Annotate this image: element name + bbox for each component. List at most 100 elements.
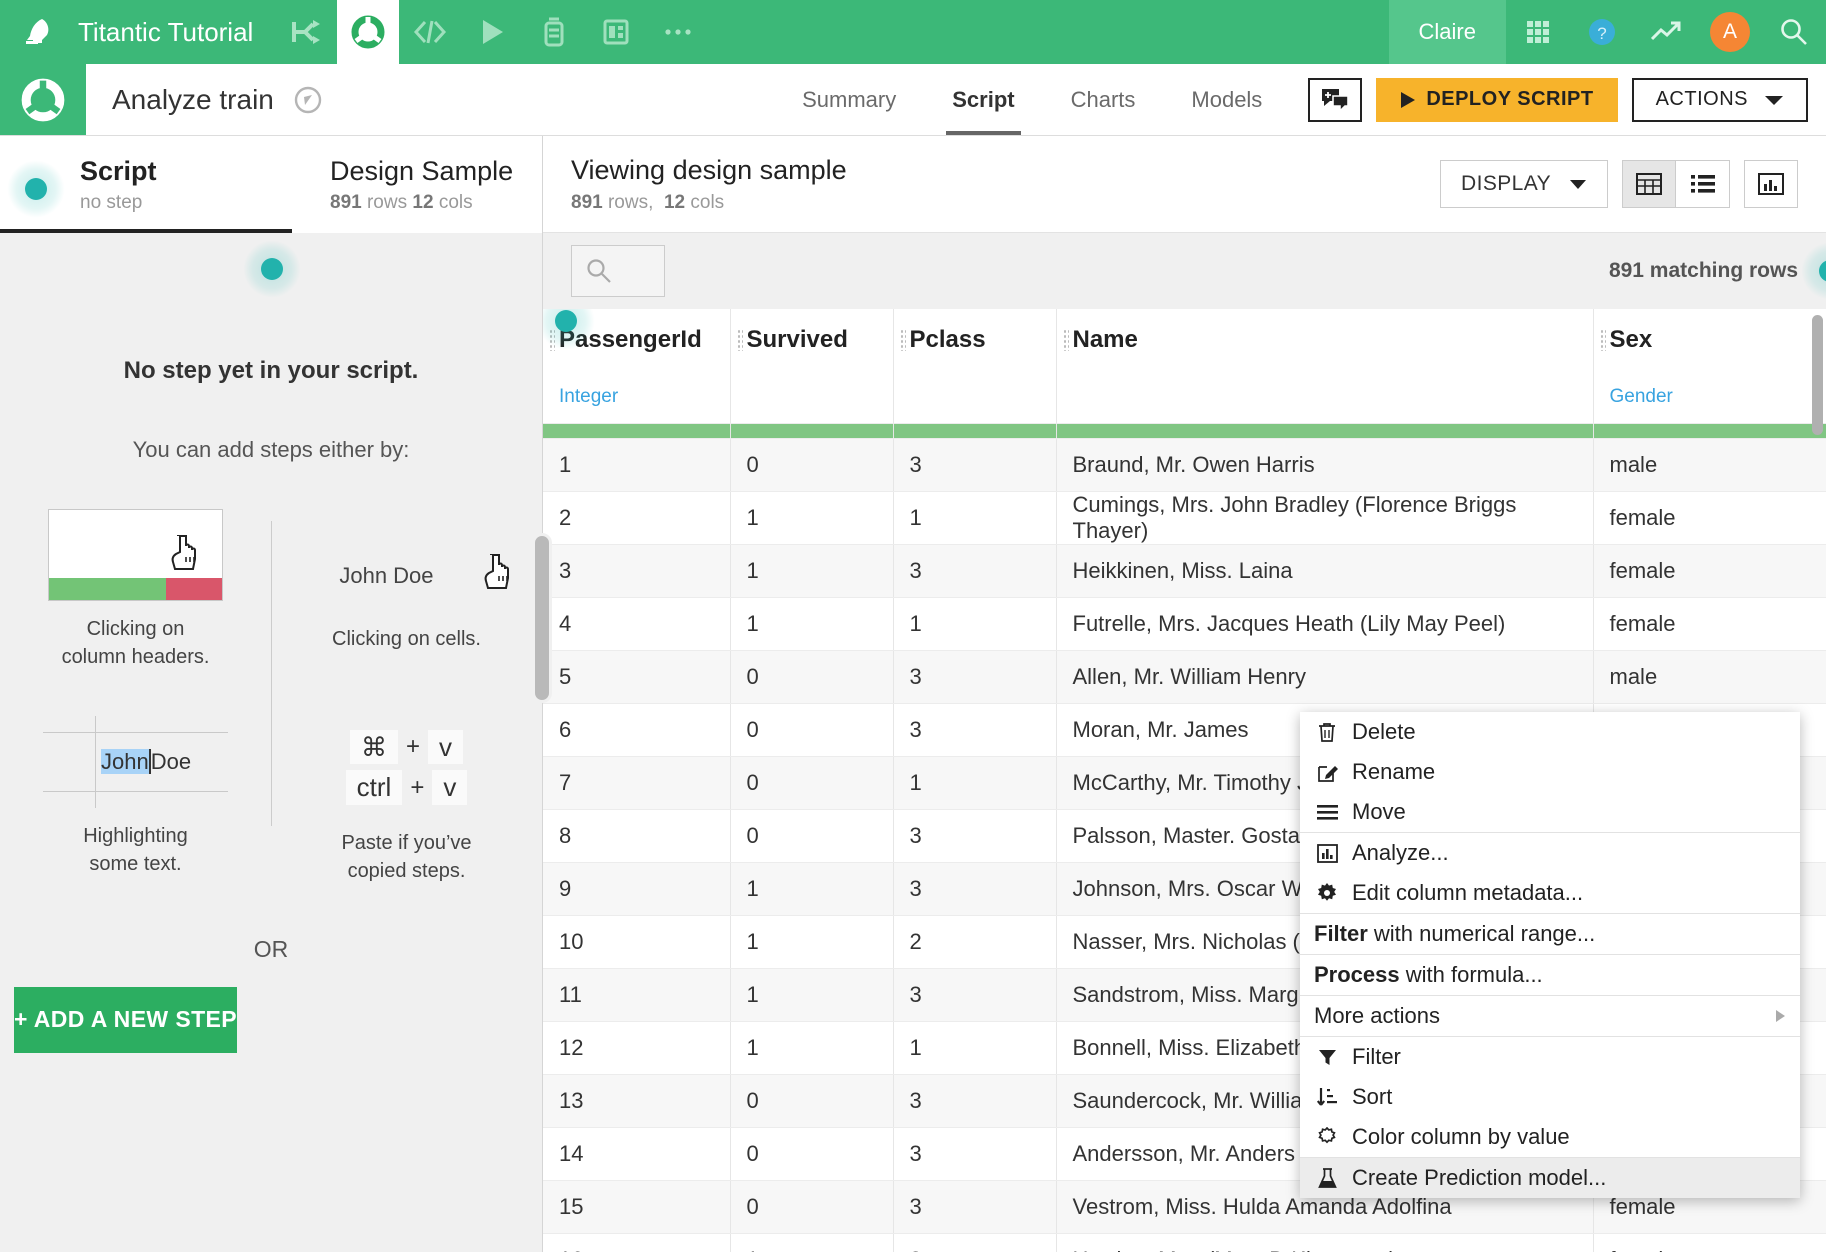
table-view-icon[interactable]	[1622, 160, 1676, 208]
data-table-scrollbar[interactable]	[1812, 315, 1823, 435]
table-cell[interactable]: female	[1593, 491, 1826, 545]
table-cell[interactable]: 0	[730, 1074, 894, 1128]
table-cell[interactable]: 3	[893, 650, 1057, 704]
column-meta-survived[interactable]	[730, 371, 894, 424]
list-view-icon[interactable]	[1676, 160, 1730, 208]
table-cell[interactable]: male	[1593, 438, 1826, 492]
column-meta-name[interactable]	[1056, 371, 1594, 424]
apps-grid-icon[interactable]	[1506, 0, 1570, 64]
trend-icon[interactable]	[1634, 0, 1698, 64]
table-cell[interactable]: 1	[543, 438, 731, 492]
table-cell[interactable]: 3	[893, 1127, 1057, 1181]
context-menu-item-color-column-by-value[interactable]: Color column by value	[1300, 1117, 1800, 1157]
table-row[interactable]: 2 1 1 Cumings, Mrs. John Bradley (Florence …	[543, 491, 1826, 545]
context-menu-item-filter[interactable]: Filter with numerical range...	[1300, 914, 1800, 954]
table-cell[interactable]: Braund, Mr. Owen Harris	[1056, 438, 1594, 492]
display-button[interactable]: DISPLAY	[1440, 160, 1608, 208]
column-header-pclass[interactable]: Pclass	[893, 309, 1057, 371]
table-cell[interactable]: 1	[730, 597, 894, 651]
column-header-sex[interactable]: Sex	[1593, 309, 1826, 371]
table-cell[interactable]: 3	[893, 438, 1057, 492]
table-cell[interactable]: 1	[730, 1233, 894, 1252]
context-menu-item-edit-column-metadata[interactable]: Edit column metadata...	[1300, 873, 1800, 913]
column-header-survived[interactable]: Survived	[730, 309, 894, 371]
table-cell[interactable]: 2	[893, 915, 1057, 969]
table-cell[interactable]: male	[1593, 650, 1826, 704]
drag-grip-icon[interactable]	[899, 329, 906, 351]
column-header-passengerid[interactable]: PassengerId	[543, 309, 731, 371]
table-cell[interactable]: 5	[543, 650, 731, 704]
table-row[interactable]: 4 1 1 Futrelle, Mrs. Jacques Heath (Lily Ma…	[543, 597, 1826, 651]
tab-models[interactable]: Models	[1163, 64, 1290, 135]
compass-icon[interactable]	[292, 84, 324, 116]
context-menu-item-delete[interactable]: Delete	[1300, 712, 1800, 752]
table-cell[interactable]: 7	[543, 756, 731, 810]
table-cell[interactable]: 0	[730, 650, 894, 704]
table-cell[interactable]: 3	[893, 703, 1057, 757]
table-cell[interactable]: 0	[730, 438, 894, 492]
table-cell[interactable]: 1	[730, 968, 894, 1022]
table-cell[interactable]: female	[1593, 544, 1826, 598]
notebook-icon[interactable]	[523, 0, 585, 64]
context-menu-item-more-actions[interactable]: More actions	[1300, 996, 1800, 1036]
table-row[interactable]: 5 0 3 Allen, Mr. William Henry male	[543, 650, 1826, 704]
table-cell[interactable]: 3	[893, 1074, 1057, 1128]
context-menu-item-move[interactable]: Move	[1300, 792, 1800, 832]
table-cell[interactable]: 2	[893, 1233, 1057, 1252]
drag-grip-icon[interactable]	[549, 329, 555, 351]
script-panel-scrollbar[interactable]	[532, 533, 552, 703]
table-cell[interactable]: 3	[893, 968, 1057, 1022]
context-menu-item-analyze[interactable]: Analyze...	[1300, 833, 1800, 873]
table-cell[interactable]: 10	[543, 915, 731, 969]
table-cell[interactable]: 1	[730, 544, 894, 598]
table-cell[interactable]: Allen, Mr. William Henry	[1056, 650, 1594, 704]
table-cell[interactable]: 0	[730, 809, 894, 863]
table-cell[interactable]: 1	[893, 756, 1057, 810]
table-cell[interactable]: Cumings, Mrs. John Bradley (Florence Bri…	[1056, 491, 1594, 545]
table-cell[interactable]: 1	[730, 1021, 894, 1075]
table-cell[interactable]: 4	[543, 597, 731, 651]
context-menu-item-sort[interactable]: Sort	[1300, 1077, 1800, 1117]
table-cell[interactable]: 2	[543, 491, 731, 545]
table-cell[interactable]: 13	[543, 1074, 731, 1128]
table-cell[interactable]: 11	[543, 968, 731, 1022]
table-cell[interactable]: 3	[543, 544, 731, 598]
context-menu-item-process[interactable]: Process with formula...	[1300, 955, 1800, 995]
comment-add-icon[interactable]	[1308, 77, 1363, 122]
table-cell[interactable]: female	[1593, 1233, 1826, 1252]
table-cell[interactable]: 0	[730, 756, 894, 810]
column-meta-passengerid[interactable]: Integer	[543, 371, 731, 424]
tab-summary[interactable]: Summary	[774, 64, 924, 135]
drag-grip-icon[interactable]	[736, 329, 743, 351]
run-icon[interactable]	[461, 0, 523, 64]
table-cell[interactable]: female	[1593, 597, 1826, 651]
dashboard-icon[interactable]	[585, 0, 647, 64]
table-cell[interactable]: 1	[730, 862, 894, 916]
table-row[interactable]: 3 1 3 Heikkinen, Miss. Laina female	[543, 544, 1826, 598]
table-cell[interactable]: 1	[893, 1021, 1057, 1075]
table-cell[interactable]: 0	[730, 703, 894, 757]
table-cell[interactable]: Futrelle, Mrs. Jacques Heath (Lily May P…	[1056, 597, 1594, 651]
table-cell[interactable]: 9	[543, 862, 731, 916]
context-menu-item-filter[interactable]: Filter	[1300, 1037, 1800, 1077]
table-cell[interactable]: 12	[543, 1021, 731, 1075]
dataset-icon[interactable]	[337, 0, 400, 64]
more-icon[interactable]	[647, 0, 709, 64]
context-menu-item-rename[interactable]: Rename	[1300, 752, 1800, 792]
deploy-script-button[interactable]: DEPLOY SCRIPT	[1376, 77, 1618, 122]
table-cell[interactable]: 8	[543, 809, 731, 863]
drag-grip-icon[interactable]	[1599, 329, 1606, 351]
help-icon[interactable]: ?	[1570, 0, 1634, 64]
user-menu[interactable]: Claire	[1388, 0, 1506, 64]
table-cell[interactable]: Heikkinen, Miss. Laina	[1056, 544, 1594, 598]
column-meta-sex[interactable]: Gender	[1593, 371, 1826, 424]
add-new-step-button[interactable]: + ADD A NEW STEP	[14, 986, 238, 1053]
table-cell[interactable]: 3	[893, 544, 1057, 598]
chart-view-icon[interactable]	[1744, 160, 1798, 208]
search-input[interactable]	[571, 245, 665, 297]
tab-script[interactable]: Script	[924, 64, 1042, 135]
project-brand[interactable]: Titantic Tutorial	[0, 0, 276, 64]
column-header-name[interactable]: Name	[1056, 309, 1594, 371]
flow-icon[interactable]	[275, 0, 337, 64]
left-tab-design-sample[interactable]: Design Sample 891 rows 12 cols	[292, 136, 542, 233]
